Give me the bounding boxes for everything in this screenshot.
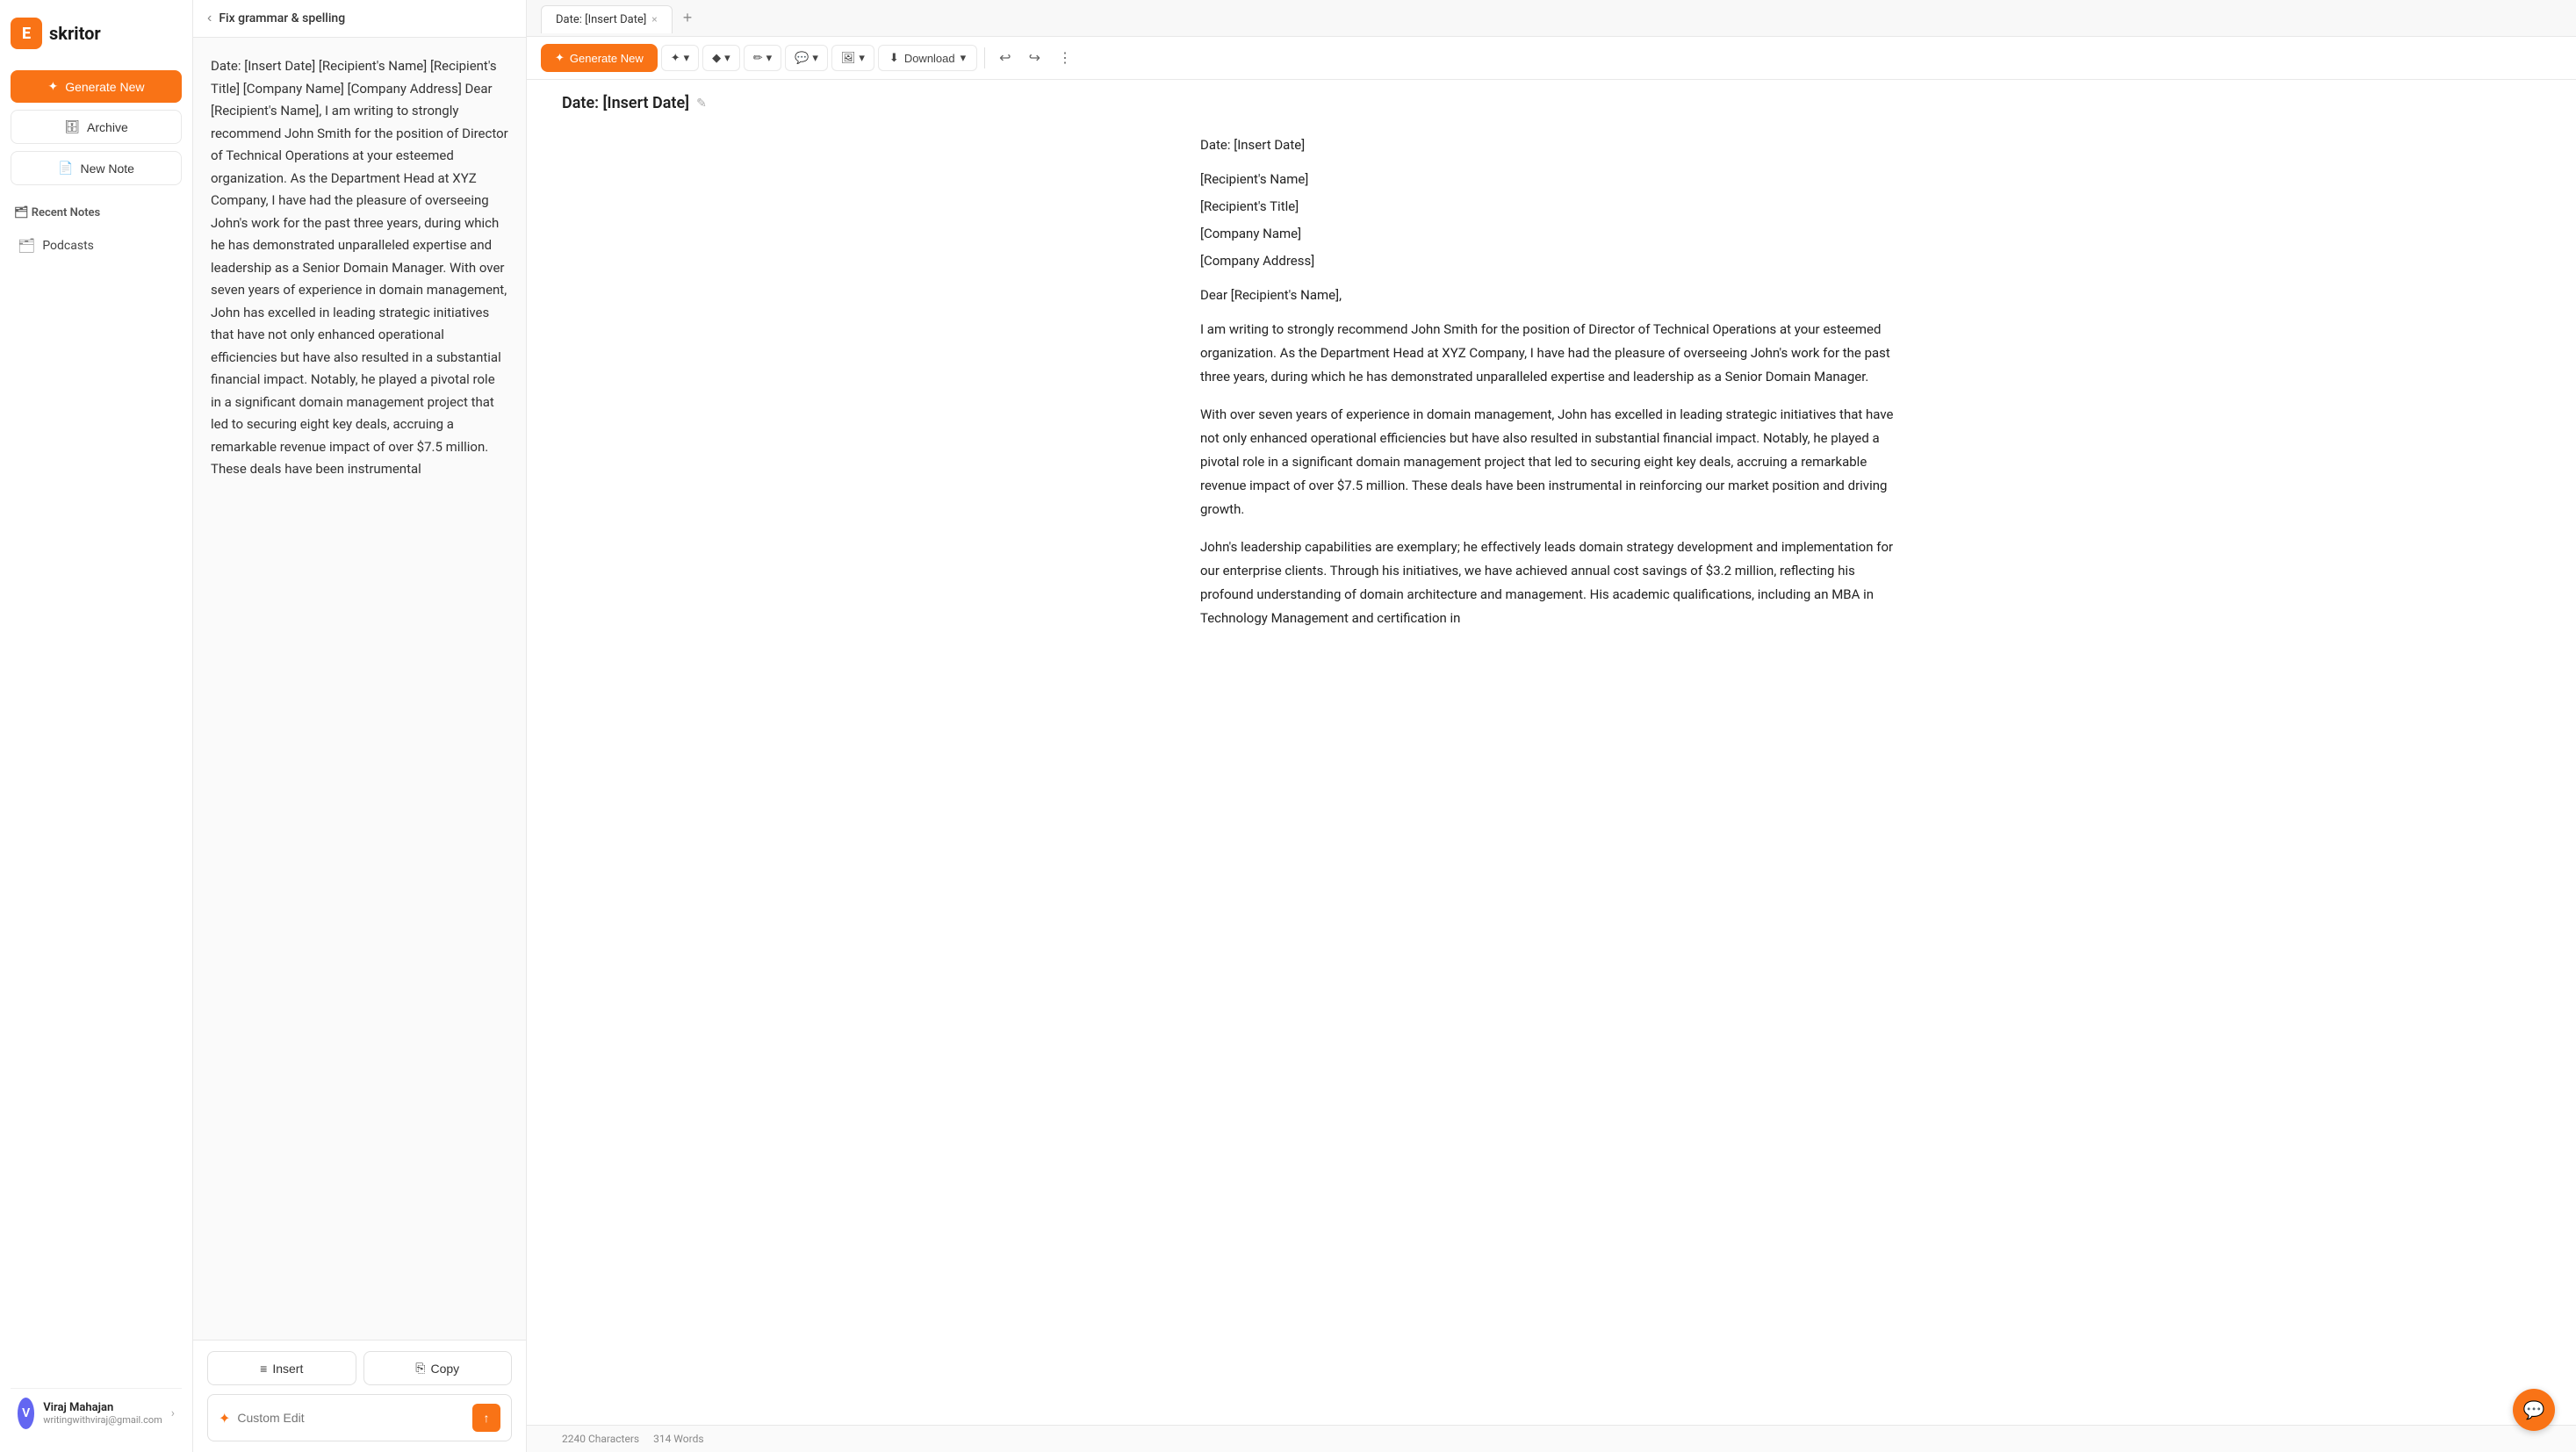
- redo-icon: ↪: [1029, 51, 1040, 66]
- editor-content: Date: [Insert Date] [Recipient's Name] […: [1200, 133, 1903, 630]
- doc-header: Date: [Insert Date] ✎: [527, 80, 2576, 119]
- toolbar-comment-button[interactable]: 💬 ▾: [785, 45, 828, 71]
- toolbar-sparkle-icon: ✦: [555, 51, 565, 65]
- insert-button[interactable]: ≡ Insert: [207, 1351, 356, 1385]
- chat-icon: 💬: [2523, 1399, 2545, 1420]
- recent-notes-section: 🗂 Recent Notes: [11, 199, 182, 223]
- toolbar-chevron-down-icon4: ▾: [812, 51, 818, 65]
- toolbar-tools-button[interactable]: ◆ ▾: [702, 45, 740, 71]
- tab-date-insert[interactable]: Date: [Insert Date] ×: [541, 5, 673, 33]
- toolbar-image-button[interactable]: 🖼 ▾: [831, 45, 874, 71]
- more-icon: ⋮: [1058, 51, 1072, 66]
- archive-button[interactable]: 🗄 Archive: [11, 110, 182, 144]
- logo-icon: E: [11, 18, 42, 49]
- middle-panel: ‹ Fix grammar & spelling Date: [Insert D…: [193, 0, 527, 1452]
- logo-text: skritor: [49, 23, 101, 44]
- editor-line-company-address: [Company Address]: [1200, 249, 1903, 273]
- toolbar-download-icon: ⬇: [889, 51, 899, 65]
- toolbar-star-icon: ✦: [671, 51, 680, 65]
- note-icon: 📄: [58, 161, 73, 176]
- toolbar-redo-button[interactable]: ↪: [1022, 44, 1047, 72]
- toolbar-undo-button[interactable]: ↩: [992, 44, 1018, 72]
- doc-preview-text: Date: [Insert Date] [Recipient's Name] […: [211, 55, 508, 481]
- toolbar-download-button[interactable]: ⬇ Download ▾: [878, 45, 977, 71]
- doc-title-edit-icon[interactable]: ✎: [696, 97, 707, 111]
- toolbar-image-icon: 🖼: [841, 51, 856, 65]
- new-tab-button[interactable]: +: [676, 5, 700, 31]
- editor-line-recipient-title: [Recipient's Title]: [1200, 195, 1903, 219]
- toolbar-enhance-button[interactable]: ✦ ▾: [661, 45, 699, 71]
- middle-content: Date: [Insert Date] [Recipient's Name] […: [193, 38, 526, 1340]
- back-button[interactable]: ‹: [207, 11, 212, 26]
- new-note-button[interactable]: 📄 New Note: [11, 151, 182, 185]
- editor-para-1: I am writing to strongly recommend John …: [1200, 318, 1903, 389]
- copy-icon: ⎘: [415, 1361, 425, 1376]
- chevron-right-icon: ›: [171, 1406, 175, 1420]
- folder-icon: 🗂: [18, 237, 35, 254]
- wand-icon: ✦: [219, 1410, 230, 1427]
- toolbar-chevron-down-icon5: ▾: [859, 51, 865, 65]
- main-panel: Date: [Insert Date] × + ✦ Generate New ✦…: [527, 0, 2576, 1452]
- toolbar-more-button[interactable]: ⋮: [1051, 44, 1079, 72]
- user-name: Viraj Mahajan: [43, 1401, 162, 1414]
- editor-para-3: John's leadership capabilities are exemp…: [1200, 536, 1903, 630]
- chat-fab-button[interactable]: 💬: [2513, 1389, 2555, 1431]
- user-info: Viraj Mahajan writingwithviraj@gmail.com: [43, 1401, 162, 1426]
- footer-actions: ≡ Insert ⎘ Copy: [207, 1351, 512, 1385]
- word-count: 314 Words: [653, 1433, 703, 1445]
- toolbar-generate-new-button[interactable]: ✦ Generate New: [541, 44, 658, 72]
- tab-close-icon[interactable]: ×: [651, 13, 657, 25]
- toolbar-chevron-down-icon6: ▾: [961, 51, 967, 65]
- custom-edit-send-button[interactable]: ↑: [472, 1404, 500, 1432]
- avatar: V: [18, 1398, 34, 1429]
- custom-edit-input[interactable]: [237, 1411, 465, 1425]
- copy-button[interactable]: ⎘ Copy: [363, 1351, 513, 1385]
- editor-line-recipient-name: [Recipient's Name]: [1200, 168, 1903, 191]
- middle-header-title: Fix grammar & spelling: [219, 11, 345, 25]
- editor-area[interactable]: Date: [Insert Date] [Recipient's Name] […: [527, 119, 2576, 1425]
- toolbar-divider: [984, 47, 985, 68]
- toolbar: ✦ Generate New ✦ ▾ ◆ ▾ ✏ ▾ 💬 ▾ 🖼 ▾ ⬇ Dow…: [527, 37, 2576, 80]
- sparkle-icon: ✦: [47, 79, 58, 94]
- user-email: writingwithviraj@gmail.com: [43, 1414, 162, 1426]
- sidebar-item-podcasts[interactable]: 🗂 Podcasts: [11, 230, 182, 261]
- middle-header: ‹ Fix grammar & spelling: [193, 0, 526, 38]
- logo-area: E skritor: [11, 14, 182, 63]
- toolbar-diamond-icon: ◆: [712, 51, 721, 65]
- send-icon: ↑: [484, 1411, 490, 1425]
- toolbar-chevron-down-icon3: ▾: [766, 51, 773, 65]
- doc-title: Date: [Insert Date]: [562, 94, 689, 112]
- sidebar: E skritor ✦ Generate New 🗄 Archive 📄 New…: [0, 0, 193, 1452]
- custom-edit-row: ✦ ↑: [207, 1394, 512, 1441]
- tab-bar: Date: [Insert Date] × +: [527, 0, 2576, 37]
- user-profile[interactable]: V Viraj Mahajan writingwithviraj@gmail.c…: [11, 1388, 182, 1438]
- toolbar-comment-icon: 💬: [795, 51, 809, 65]
- toolbar-chevron-down-icon: ▾: [684, 51, 690, 65]
- toolbar-edit-button[interactable]: ✏ ▾: [744, 45, 781, 71]
- status-bar: 2240 Characters 314 Words: [527, 1425, 2576, 1452]
- insert-icon: ≡: [260, 1362, 267, 1376]
- folder-icon: 🗂: [14, 206, 29, 219]
- toolbar-chevron-down-icon2: ▾: [724, 51, 730, 65]
- editor-line-dear: Dear [Recipient's Name],: [1200, 284, 1903, 307]
- editor-para-2: With over seven years of experience in d…: [1200, 403, 1903, 521]
- generate-new-button[interactable]: ✦ Generate New: [11, 70, 182, 103]
- editor-line-date: Date: [Insert Date]: [1200, 133, 1903, 157]
- archive-icon: 🗄: [64, 119, 80, 134]
- undo-icon: ↩: [999, 51, 1011, 66]
- middle-footer: ≡ Insert ⎘ Copy ✦ ↑: [193, 1340, 526, 1452]
- toolbar-brush-icon: ✏: [753, 51, 763, 65]
- character-count: 2240 Characters: [562, 1433, 639, 1445]
- editor-line-company-name: [Company Name]: [1200, 222, 1903, 246]
